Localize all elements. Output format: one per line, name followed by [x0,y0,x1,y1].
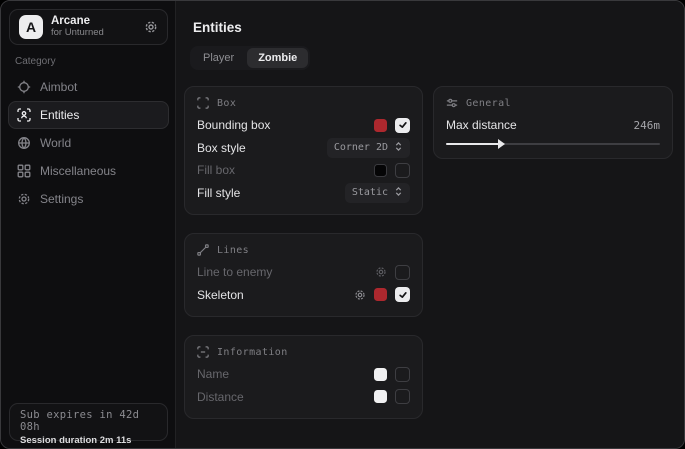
sub-expires-text: Sub expires in 42d 08h [20,409,157,433]
tab-zombie[interactable]: Zombie [247,48,308,68]
max-distance-value: 246m [634,119,661,132]
info-scan-icon [197,346,209,358]
app-brand-card: A Arcane for Unturned [9,9,168,45]
information-card: Information Name Distance [184,335,423,419]
sidebar-item-label: World [40,136,71,150]
name-row: Name [197,363,410,386]
app-titles: Arcane for Unturned [51,15,136,39]
chevron-up-down-icon [394,141,403,155]
general-card-header: General [446,97,660,109]
app-subtitle: for Unturned [51,28,136,39]
name-color-swatch[interactable] [374,368,387,381]
sidebar-item-label: Aimbot [40,80,77,94]
max-distance-slider[interactable] [446,140,660,148]
slider-fill [446,143,500,145]
sidebar-item-aimbot[interactable]: Aimbot [8,73,169,101]
sidebar-item-label: Miscellaneous [40,164,116,178]
skeleton-color-swatch[interactable] [374,288,387,301]
box-style-dropdown[interactable]: Corner 2D [327,138,410,158]
session-duration-text: Session duration 2m 11s [20,435,157,446]
slider-handle[interactable] [498,139,505,149]
entity-tabs: Player Zombie [190,46,310,70]
general-card-title: General [466,98,511,109]
line-to-enemy-label: Line to enemy [197,265,375,279]
gear-icon [17,192,31,206]
max-distance-row: Max distance 246m [446,114,660,137]
page-title: Entities [193,20,242,35]
bounding-box-label: Bounding box [197,118,374,132]
name-label: Name [197,367,374,381]
box-card-header: Box [197,97,410,109]
sidebar-nav: Aimbot Entities World [1,73,176,213]
box-corners-icon [197,97,209,109]
skeleton-label: Skeleton [197,288,354,302]
entities-icon [17,108,31,122]
chevron-up-down-icon [394,186,403,200]
bounding-box-row: Bounding box [197,114,410,137]
sidebar-item-label: Entities [40,108,79,122]
globe-icon [17,136,31,150]
box-style-row: Box style Corner 2D [197,137,410,160]
distance-label: Distance [197,390,374,404]
sidebar-item-settings[interactable]: Settings [8,185,169,213]
box-style-value: Corner 2D [334,142,388,153]
line-to-enemy-row: Line to enemy [197,261,410,284]
skeleton-row: Skeleton [197,284,410,307]
fill-style-dropdown[interactable]: Static [345,183,410,203]
line-to-enemy-checkbox[interactable] [395,265,410,280]
gear-icon[interactable] [375,266,387,278]
category-label: Category [15,56,56,67]
fill-box-checkbox[interactable] [395,163,410,178]
fill-box-row: Fill box [197,159,410,182]
bounding-box-color-swatch[interactable] [374,119,387,132]
crosshair-icon [17,80,31,94]
fill-box-color-swatch[interactable] [374,164,387,177]
information-card-title: Information [217,347,288,358]
sidebar: A Arcane for Unturned Category Aimbot [1,1,176,448]
skeleton-checkbox[interactable] [395,287,410,302]
app-logo: A [19,15,43,39]
box-card: Box Bounding box Box style C [184,86,423,215]
fill-box-label: Fill box [197,163,374,177]
app-window: A Arcane for Unturned Category Aimbot [0,0,685,449]
sidebar-item-entities[interactable]: Entities [8,101,169,129]
lines-card: Lines Line to enemy Skeleton [184,233,423,317]
distance-row: Distance [197,386,410,409]
name-checkbox[interactable] [395,367,410,382]
bounding-box-checkbox[interactable] [395,118,410,133]
max-distance-label: Max distance [446,118,634,132]
general-card: General Max distance 246m [433,86,673,159]
tab-player[interactable]: Player [192,48,245,68]
gear-icon[interactable] [354,289,366,301]
lines-card-header: Lines [197,244,410,256]
fill-style-row: Fill style Static [197,182,410,205]
main-panel: Entities Player Zombie Box Bounding box [176,1,684,448]
box-style-label: Box style [197,141,327,155]
grid-icon [17,164,31,178]
distance-checkbox[interactable] [395,389,410,404]
right-column: General Max distance 246m [433,86,673,159]
information-card-header: Information [197,346,410,358]
sliders-icon [446,97,458,109]
line-icon [197,244,209,256]
distance-color-swatch[interactable] [374,390,387,403]
left-column: Box Bounding box Box style C [184,86,423,419]
sidebar-item-world[interactable]: World [8,129,169,157]
sidebar-item-label: Settings [40,192,83,206]
gear-icon[interactable] [144,20,158,34]
box-card-title: Box [217,98,236,109]
lines-card-title: Lines [217,245,249,256]
fill-style-label: Fill style [197,186,345,200]
fill-style-value: Static [352,187,388,198]
sidebar-item-miscellaneous[interactable]: Miscellaneous [8,157,169,185]
subscription-status-card: Sub expires in 42d 08h Session duration … [9,403,168,441]
